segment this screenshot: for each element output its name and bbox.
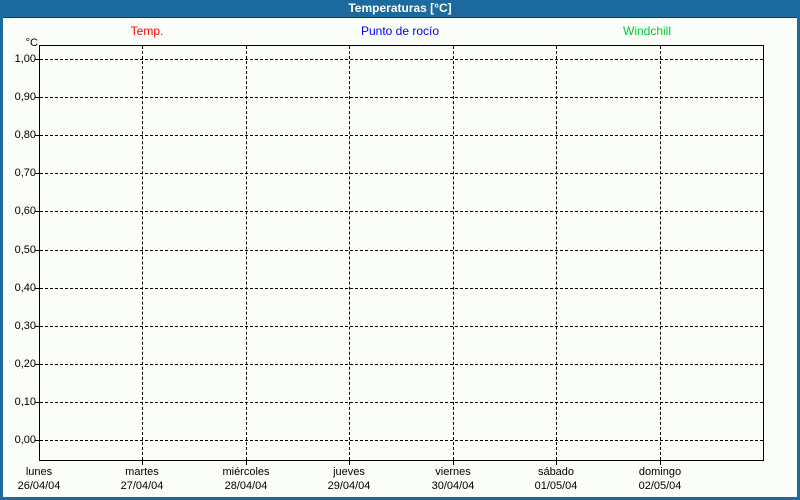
h-gridline [40, 97, 763, 98]
v-gridline [349, 46, 351, 460]
x-tick-date: 26/04/04 [17, 480, 61, 492]
y-tick-label: 0,20 [14, 358, 36, 370]
h-gridline [40, 173, 763, 174]
x-tick-date: 30/04/04 [431, 480, 475, 492]
h-gridline [40, 135, 763, 136]
x-tick-weekday: domingo [638, 466, 682, 478]
y-tick-label: 0,30 [14, 320, 36, 332]
h-gridline [40, 440, 763, 441]
h-gridline [40, 364, 763, 365]
x-tick-label: domingo 02/05/04 [639, 465, 682, 493]
x-tick-label: lunes 26/04/04 [18, 465, 61, 493]
v-gridline [659, 46, 661, 460]
y-tick-label: 0,50 [14, 244, 36, 256]
v-gridline [245, 46, 247, 460]
h-gridline [40, 250, 763, 251]
v-gridline [142, 46, 144, 460]
x-tick-weekday: lunes [25, 466, 53, 478]
legend: Temp. Punto de rocío Windchill [0, 24, 800, 40]
y-tick-label: 0,90 [14, 91, 36, 103]
h-gridline [40, 402, 763, 403]
x-tick-date: 01/05/04 [534, 480, 578, 492]
y-tick-label: 0,00 [14, 434, 36, 446]
x-tick-weekday: viernes [435, 466, 471, 478]
x-tick-label: viernes 30/04/04 [432, 465, 475, 493]
y-tick-label: 0,80 [14, 129, 36, 141]
legend-item-1: Temp. [130, 24, 164, 38]
x-tick-date: 29/04/04 [327, 480, 371, 492]
x-tick-label: sábado 01/05/04 [535, 465, 578, 493]
y-axis-unit-label: °C [25, 37, 38, 49]
v-gridline [556, 46, 558, 460]
x-tick-label: martes 27/04/04 [121, 465, 164, 493]
h-gridline [40, 288, 763, 289]
window-frame-left [0, 0, 3, 500]
y-tick-label: 0,60 [14, 205, 36, 217]
h-gridline [40, 326, 763, 327]
x-tick-label: jueves 29/04/04 [328, 465, 371, 493]
v-gridline [452, 46, 454, 460]
title-bar: Temperaturas [°C] [0, 0, 800, 18]
x-tick-date: 27/04/04 [120, 480, 164, 492]
legend-item-2: Punto de rocío [360, 24, 440, 38]
h-gridline [40, 211, 763, 212]
plot-area [39, 45, 764, 461]
x-tick-weekday: jueves [333, 466, 365, 478]
x-tick-weekday: sábado [537, 466, 575, 478]
y-tick-label: 0,70 [14, 167, 36, 179]
chart-window: Temperaturas [°C] Temp. Punto de rocío Win… [0, 0, 800, 500]
x-tick-weekday: martes [125, 466, 159, 478]
y-tick-label: 1,00 [14, 53, 36, 65]
y-tick-label: 0,40 [14, 282, 36, 294]
y-tick-label: 0,10 [14, 396, 36, 408]
x-tick-weekday: miércoles [222, 466, 270, 478]
legend-item-3: Windchill [622, 24, 672, 38]
x-tick-date: 02/05/04 [638, 480, 682, 492]
x-tick-label: miércoles 28/04/04 [222, 465, 269, 493]
x-tick-date: 28/04/04 [224, 480, 268, 492]
h-gridline [40, 59, 763, 60]
chart-title: Temperaturas [°C] [348, 1, 452, 15]
